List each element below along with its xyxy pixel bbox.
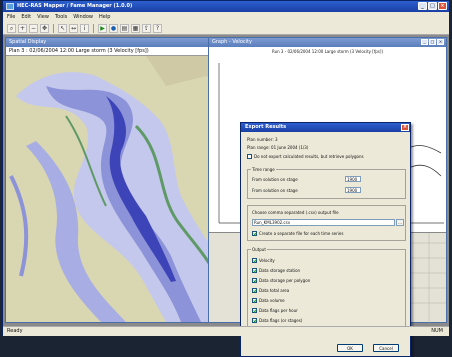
time-range-label: Time range (251, 167, 276, 172)
mdi-workspace: Spatial Display _ □ Plan 3 : 02/06/2004 … (3, 35, 449, 357)
run-icon[interactable]: ▶ (98, 23, 107, 33)
from-label: From solution on stage (252, 177, 298, 182)
search-icon[interactable]: ⌕ (7, 23, 16, 33)
output-checkbox[interactable] (252, 308, 257, 313)
output-label: Data flags per hour (259, 308, 298, 313)
retrieve-polygons-label: Do not export calculated results, but re… (254, 154, 364, 159)
plot-icon[interactable]: ▤ (120, 23, 129, 33)
output-checkbox[interactable] (252, 298, 257, 303)
map-caption: Plan 3 : 02/06/2004 12:00 Large storm (3… (6, 47, 242, 56)
menu-view[interactable]: View (37, 14, 49, 20)
output-group: Output Velocity Data storage station Dat… (247, 247, 406, 333)
app-icon (6, 3, 14, 10)
separate-file-label: Create a separate file for each time ser… (259, 231, 344, 236)
output-label: Data flags (or stages) (259, 318, 303, 323)
file-label: Choose comma separated (.csv) output fil… (252, 210, 339, 215)
app-title: HEC-RAS Mapper / Fame Manager (1.0.0) (17, 3, 133, 9)
application-window: HEC-RAS Mapper / Fame Manager (1.0.0) _ … (2, 0, 450, 357)
export-icon[interactable]: ⇪ (142, 23, 151, 33)
menu-tools[interactable]: Tools (55, 14, 67, 20)
map-window-title: Spatial Display (9, 39, 47, 45)
table-icon[interactable]: ▦ (131, 23, 140, 33)
toolbar-separator (53, 23, 54, 33)
dialog-close-button[interactable]: × (401, 124, 409, 131)
separate-file-checkbox[interactable] (252, 231, 257, 236)
status-bar: Ready NUM (3, 326, 449, 336)
minimize-button[interactable]: _ (418, 2, 427, 10)
menu-bar: File Edit View Tools Window Help (3, 12, 449, 22)
menu-edit[interactable]: Edit (21, 14, 31, 20)
select-icon[interactable]: ↖ (58, 23, 67, 33)
retrieve-polygons-option[interactable]: Do not export calculated results, but re… (247, 154, 364, 159)
output-option[interactable]: Data total area (252, 288, 289, 293)
plan-number-label: Plan number: 3 (247, 137, 278, 142)
status-indicator: NUM (431, 328, 443, 334)
file-path-input[interactable]: Run_KML3902.csv (252, 219, 395, 226)
output-label: Data volume (259, 298, 285, 303)
zoom-in-icon[interactable]: + (18, 23, 27, 33)
output-option[interactable]: Data volume (252, 298, 285, 303)
measure-icon[interactable]: ↔ (69, 23, 78, 33)
map-window-title-bar[interactable]: Spatial Display _ □ (6, 38, 242, 47)
output-option[interactable]: Velocity (252, 258, 275, 263)
output-label: Data total area (259, 288, 290, 293)
dialog-title-bar[interactable]: Export Results × (241, 123, 410, 132)
close-button[interactable]: × (438, 2, 447, 10)
plan-range-label: Plan range: 01 June 2004 (1/3) (247, 145, 309, 150)
identify-icon[interactable]: i (80, 23, 89, 33)
browse-button[interactable]: ... (396, 219, 404, 226)
maximize-button[interactable]: □ (428, 2, 437, 10)
plot-series-line (408, 164, 442, 177)
plot-series-line (408, 145, 442, 154)
output-checkbox[interactable] (252, 318, 257, 323)
menu-file[interactable]: File (7, 14, 15, 20)
plot-close-button[interactable]: × (437, 39, 444, 45)
output-checkbox[interactable] (252, 278, 257, 283)
toolbar-separator (93, 23, 94, 33)
cancel-button[interactable]: Cancel (373, 344, 399, 352)
output-file-group: Choose comma separated (.csv) output fil… (247, 205, 406, 241)
help-icon[interactable]: ? (153, 23, 162, 33)
output-option[interactable]: Data storage per polygon (252, 278, 310, 283)
dialog-title: Export Results (245, 124, 287, 130)
output-checkbox[interactable] (252, 258, 257, 263)
output-checkbox[interactable] (252, 268, 257, 273)
time-range-group: Time range From solution on stage 1900 F… (247, 167, 406, 199)
app-title-bar[interactable]: HEC-RAS Mapper / Fame Manager (1.0.0) _ … (3, 1, 449, 12)
menu-help[interactable]: Help (99, 14, 110, 20)
output-option[interactable]: Data flags (or stages) (252, 318, 302, 323)
from-input[interactable]: 1900 (345, 176, 361, 182)
output-checkbox[interactable] (252, 288, 257, 293)
plot-window-title: Graph - Velocity (212, 39, 252, 45)
output-label: Data storage station (259, 268, 301, 273)
output-label: Data storage per polygon (259, 278, 311, 283)
ok-button[interactable]: OK (337, 344, 363, 352)
plot-maximize-button[interactable]: □ (429, 39, 436, 45)
plot-window-title-bar[interactable]: Graph - Velocity _ □ × (209, 38, 446, 47)
status-text: Ready (7, 328, 23, 334)
menu-window[interactable]: Window (73, 14, 93, 20)
plot-minimize-button[interactable]: _ (421, 39, 428, 45)
plot-caption: Run 3 - 02/06/2004 12:00 Large storm (3 … (271, 49, 384, 54)
output-group-label: Output (251, 247, 267, 252)
map-canvas[interactable] (6, 56, 242, 322)
pan-icon[interactable]: ✥ (40, 23, 49, 33)
globe-icon[interactable]: ● (109, 23, 118, 33)
output-option[interactable]: Data storage station (252, 268, 300, 273)
toolbar: ⌕ + − ✥ ↖ ↔ i ▶ ● ▤ ▦ ⇪ ? (3, 22, 449, 35)
to-input[interactable]: 1900 (345, 187, 361, 193)
flood-map (6, 56, 242, 322)
export-dialog[interactable]: Export Results × Plan number: 3 Plan ran… (240, 122, 411, 357)
to-label: From solution on stage (252, 188, 298, 193)
zoom-out-icon[interactable]: − (29, 23, 38, 33)
separate-file-option[interactable]: Create a separate file for each time ser… (252, 231, 343, 236)
output-option[interactable]: Data flags per hour (252, 308, 298, 313)
output-label: Velocity (259, 258, 275, 263)
retrieve-polygons-checkbox[interactable] (247, 154, 252, 159)
